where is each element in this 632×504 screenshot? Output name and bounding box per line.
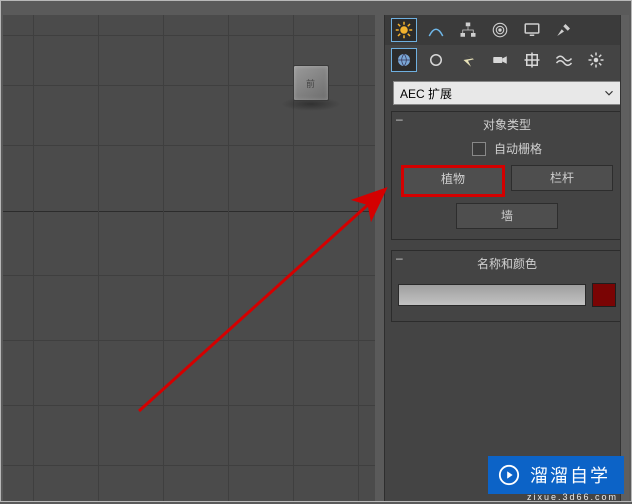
play-circle-icon bbox=[498, 464, 520, 486]
auto-grid-label: 自动栅格 bbox=[494, 140, 542, 157]
cameras-category-icon[interactable] bbox=[487, 48, 513, 72]
command-panel: AEC 扩展 – 对象类型 自动栅格 植物 栏杆 墙 – 名称和颜色 bbox=[384, 15, 629, 501]
motion-panel-tab[interactable] bbox=[487, 18, 513, 42]
auto-grid-checkbox[interactable] bbox=[472, 142, 486, 156]
subcategory-dropdown[interactable]: AEC 扩展 bbox=[393, 81, 621, 105]
rollout-title: 对象类型 bbox=[396, 116, 618, 134]
systems-category-icon[interactable] bbox=[583, 48, 609, 72]
plant-button[interactable]: 植物 bbox=[401, 165, 505, 197]
utilities-panel-tab[interactable] bbox=[551, 18, 577, 42]
watermark-text: 溜溜自学 bbox=[530, 462, 610, 488]
lights-category-icon[interactable] bbox=[455, 48, 481, 72]
viewcube[interactable]: 前 bbox=[293, 65, 329, 101]
geometry-category-icon[interactable] bbox=[391, 48, 417, 72]
railing-button[interactable]: 栏杆 bbox=[511, 165, 613, 191]
hierarchy-panel-tab[interactable] bbox=[455, 18, 481, 42]
viewport[interactable]: 前 bbox=[3, 15, 375, 501]
create-category-row bbox=[385, 45, 629, 75]
name-color-rollout: – 名称和颜色 bbox=[391, 250, 623, 322]
wall-button[interactable]: 墙 bbox=[456, 203, 558, 229]
dropdown-value: AEC 扩展 bbox=[400, 85, 452, 102]
shapes-category-icon[interactable] bbox=[423, 48, 449, 72]
watermark-badge: 溜溜自学 bbox=[488, 456, 624, 494]
helpers-category-icon[interactable] bbox=[519, 48, 545, 72]
panel-tab-row bbox=[385, 15, 629, 45]
watermark-url: zixue.3d66.com bbox=[527, 492, 618, 502]
modify-panel-tab[interactable] bbox=[423, 18, 449, 42]
color-swatch[interactable] bbox=[592, 283, 616, 307]
object-name-input[interactable] bbox=[398, 284, 586, 306]
rollout-title: 名称和颜色 bbox=[396, 255, 618, 273]
display-panel-tab[interactable] bbox=[519, 18, 545, 42]
chevron-down-icon bbox=[602, 86, 616, 100]
object-type-rollout: – 对象类型 自动栅格 植物 栏杆 墙 bbox=[391, 111, 623, 240]
spacewarps-category-icon[interactable] bbox=[551, 48, 577, 72]
create-panel-tab[interactable] bbox=[391, 18, 417, 42]
panel-scrollbar[interactable] bbox=[620, 15, 629, 501]
